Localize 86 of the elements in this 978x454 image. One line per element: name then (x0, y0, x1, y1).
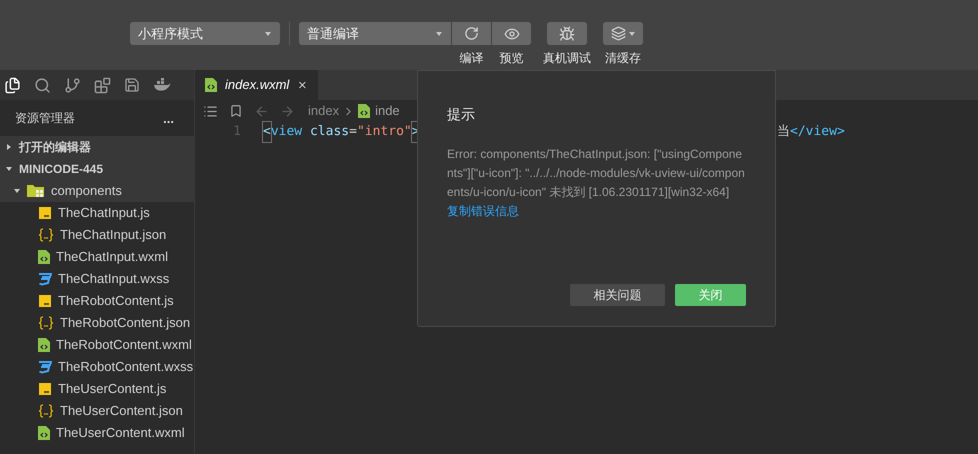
compile-button[interactable] (452, 22, 491, 45)
code-file-icon (205, 78, 217, 92)
list-icon[interactable] (203, 104, 218, 118)
code-token: </view> (790, 123, 845, 142)
action-label: 编译 (460, 50, 484, 67)
file-label: TheChatInput.wxss (58, 270, 170, 288)
code-file-icon (38, 426, 50, 440)
error-message: Error: components/TheChatInput.json: ["usingComponents"]["u-icon"]: "../../../node-modules/vk-uview-ui/components/u-icon/u-icon" 未找到 [1.06.2301171][win32-x64] (447, 146, 746, 201)
debug-button[interactable] (547, 22, 587, 45)
file-row[interactable]: TheChatInput.wxml (0, 246, 194, 268)
folder-row[interactable]: components (0, 180, 194, 202)
file-row[interactable]: TheRobotContent.wxss (0, 356, 194, 378)
file-row[interactable]: TheUserContent.json (0, 400, 194, 422)
braces-file-icon (38, 404, 54, 418)
compile-mode-dropdown[interactable]: 普通编译 (299, 22, 451, 45)
code-token: view (270, 123, 302, 142)
dropdown-caret-icon[interactable] (264, 30, 272, 38)
css-file-icon (38, 360, 52, 374)
css-file-icon (38, 272, 52, 286)
layers-icon (610, 26, 626, 41)
folder-icon (27, 184, 45, 198)
sidebar-title: 资源管理器 (15, 110, 75, 127)
code-token: = (349, 123, 357, 142)
code-file-icon (38, 250, 50, 264)
code-token: 当 (777, 123, 790, 142)
file-row[interactable]: TheRobotContent.wxml (0, 334, 194, 356)
code-token: "intro" (356, 123, 412, 142)
save-icon[interactable] (124, 77, 140, 93)
dialog-title: 提示 (447, 105, 476, 124)
js-file-icon (38, 294, 52, 308)
folder-row[interactable]: MINICODE-445 (0, 158, 194, 180)
eye-icon (504, 26, 520, 42)
code-token: < (263, 122, 271, 142)
breadcrumb-item[interactable]: index (308, 101, 340, 121)
file-label: TheRobotContent.wxss (58, 358, 194, 376)
breadcrumb-item[interactable]: inde (375, 101, 400, 121)
mode-dropdown[interactable]: 小程序模式 (130, 22, 280, 45)
file-label: TheRobotContent.json (60, 314, 190, 332)
action-label: 清缓存 (605, 50, 641, 67)
file-label: TheUserContent.json (60, 402, 183, 420)
code-token: class (308, 123, 350, 142)
file-row[interactable]: TheRobotContent.js (0, 290, 194, 312)
whale-icon[interactable] (153, 78, 171, 92)
file-label: TheChatInput.js (58, 204, 150, 222)
bookmark-icon[interactable] (229, 104, 243, 118)
file-row[interactable]: TheChatInput.json (0, 224, 194, 246)
bug-icon (559, 26, 575, 42)
code-file-icon (358, 104, 370, 118)
action-label: 预览 (500, 50, 524, 67)
cache-button[interactable] (603, 22, 643, 45)
file-row[interactable]: TheChatInput.js (0, 202, 194, 224)
dropdown-caret-icon[interactable] (435, 30, 443, 38)
expanded-caret-icon[interactable] (13, 187, 21, 195)
copy-error-link[interactable]: 复制错误信息 (447, 202, 519, 221)
js-file-icon (38, 382, 52, 396)
branch-icon[interactable] (64, 76, 81, 94)
file-label: TheRobotContent.js (58, 292, 174, 310)
action-label: 真机调试 (543, 50, 591, 67)
braces-file-icon (38, 228, 54, 242)
file-label: TheChatInput.json (60, 226, 166, 244)
collapsed-caret-icon[interactable] (5, 143, 13, 151)
file-row[interactable]: TheUserContent.js (0, 378, 194, 400)
folder-label: MINICODE-445 (19, 161, 104, 178)
file-label: TheChatInput.wxml (56, 248, 168, 266)
preview-button[interactable] (492, 22, 531, 45)
braces-file-icon (38, 316, 54, 330)
blocks-icon[interactable] (94, 76, 111, 94)
folder-row[interactable]: 打开的编辑器 (0, 136, 194, 158)
file-label: TheUserContent.js (58, 380, 166, 398)
code-file-icon (38, 338, 50, 352)
file-label: TheRobotContent.wxml (56, 336, 192, 354)
more-button[interactable]: ... (163, 112, 174, 124)
related-issues-button[interactable]: 相关问题 (570, 284, 665, 306)
file-row[interactable]: TheUserContent.wxml (0, 422, 194, 444)
folder-label: 打开的编辑器 (19, 139, 91, 156)
folder-label: components (51, 182, 122, 200)
refresh-icon (464, 26, 479, 41)
editor-tab[interactable]: index.wxml (195, 70, 318, 100)
file-label: TheUserContent.wxml (56, 424, 185, 442)
file-row[interactable]: TheRobotContent.json (0, 312, 194, 334)
dropdown-caret-icon[interactable] (628, 30, 636, 38)
file-row[interactable]: TheChatInput.wxss (0, 268, 194, 290)
files-icon[interactable] (4, 76, 21, 94)
search-icon[interactable] (34, 76, 51, 94)
expanded-caret-icon[interactable] (5, 165, 13, 173)
js-file-icon (38, 206, 52, 220)
